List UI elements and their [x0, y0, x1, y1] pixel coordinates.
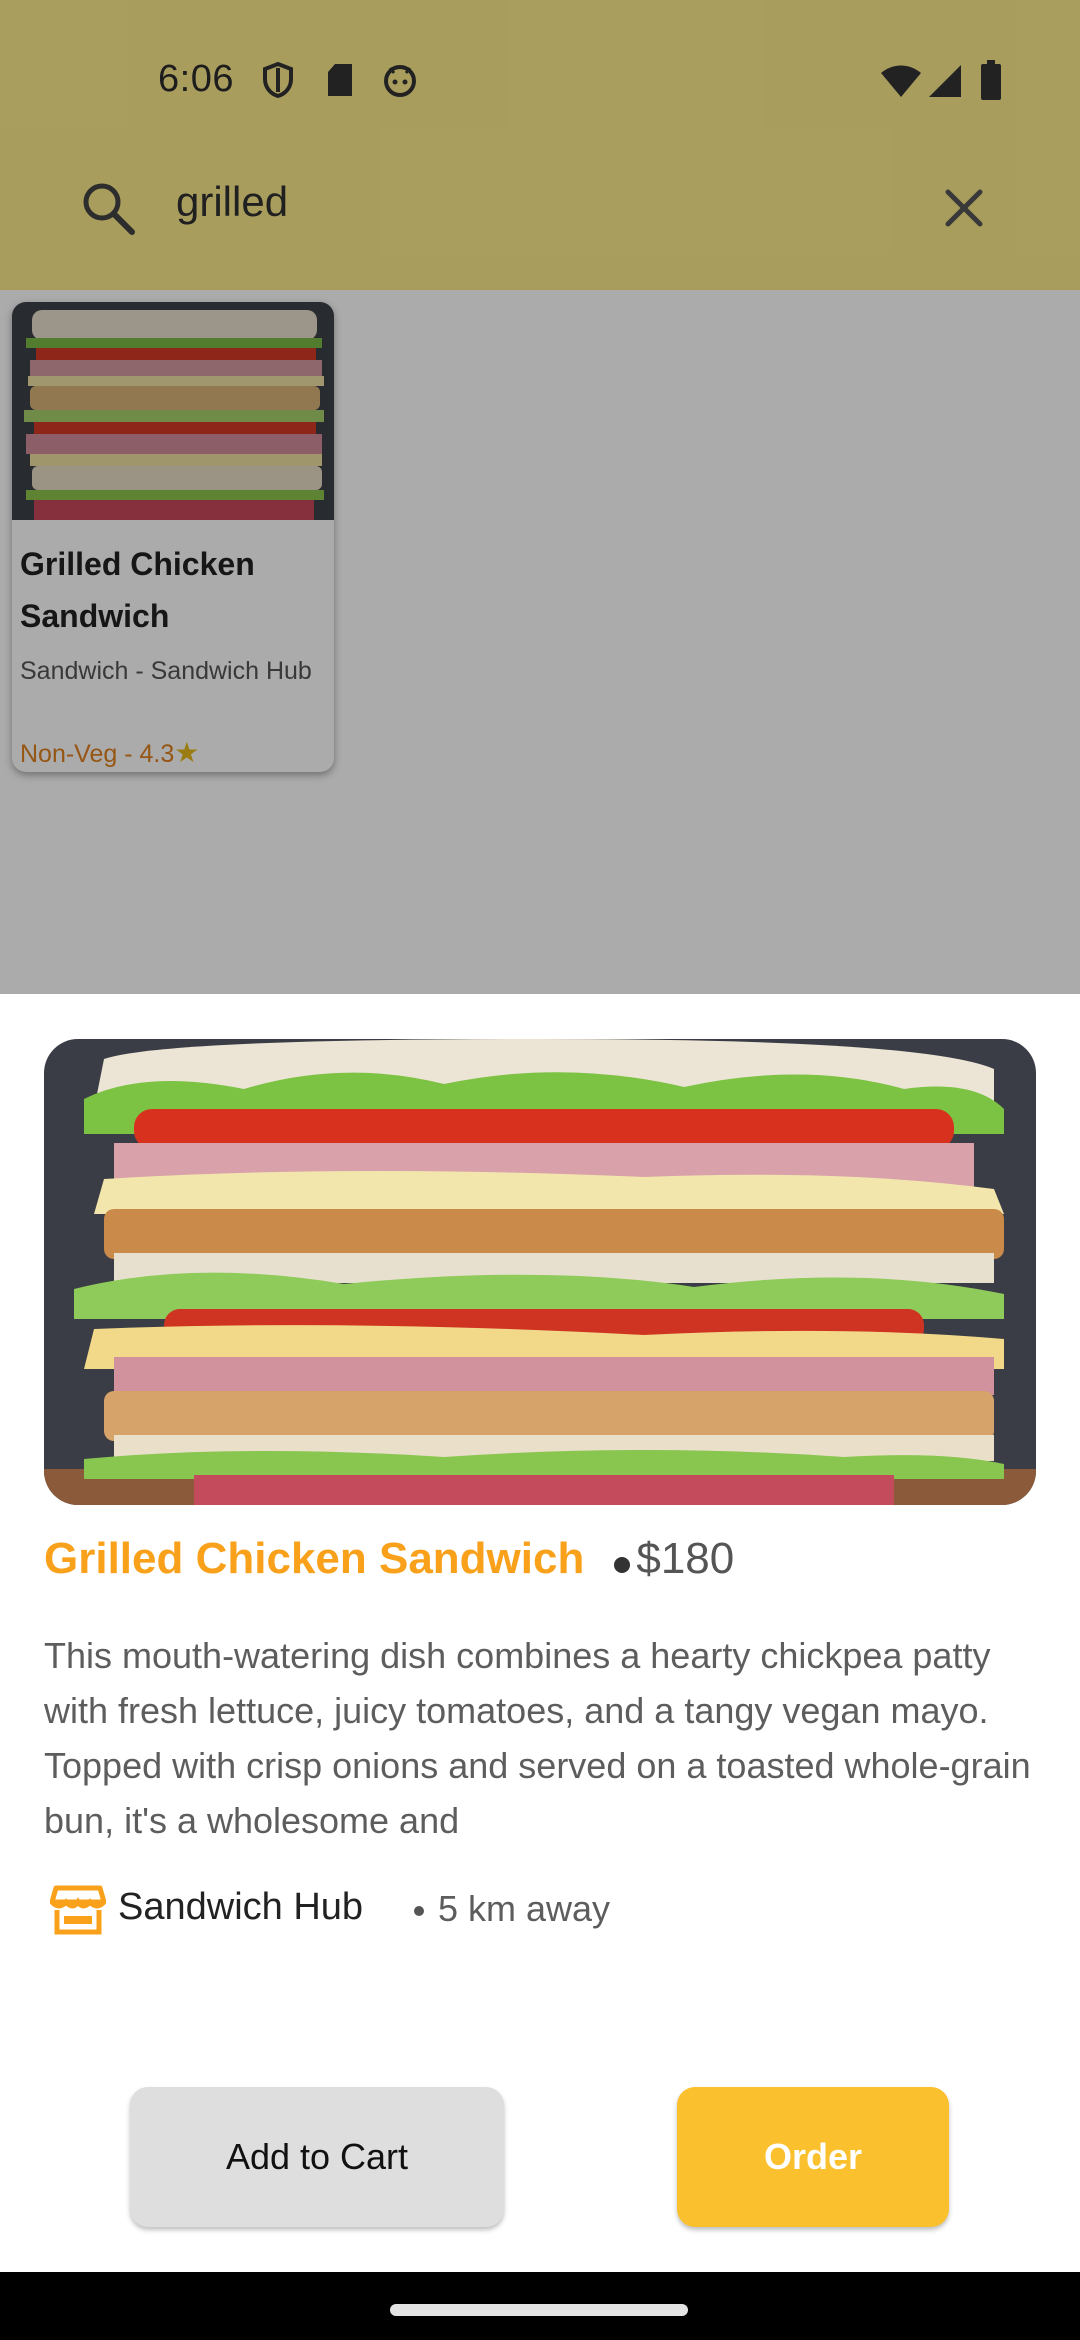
system-navigation-bar: [0, 2272, 1080, 2340]
dish-description: This mouth-watering dish combines a hear…: [44, 1635, 1031, 1841]
modal-scrim[interactable]: [0, 0, 1080, 994]
order-button[interactable]: Order: [677, 2087, 949, 2227]
dish-price: $180: [636, 1534, 735, 1583]
store-name: Sandwich Hub: [118, 1886, 364, 1928]
separator-dot: [414, 1906, 424, 1916]
dish-title-row: Grilled Chicken Sandwich $180: [44, 1534, 1036, 1594]
search-results-screen: 6:06 grilled Grilled Chicken Sandwich Sa…: [0, 0, 1080, 994]
storefront-icon: [49, 1884, 107, 1941]
item-detail-sheet: Grilled Chicken Sandwich $180 This mouth-…: [0, 994, 1080, 2272]
store-distance: 5 km away: [438, 1888, 611, 1929]
add-to-cart-button[interactable]: Add to Cart: [130, 2087, 504, 2227]
sandwich-hero-image: [44, 1039, 1036, 1505]
home-gesture-handle[interactable]: [390, 2304, 688, 2316]
dish-name: Grilled Chicken Sandwich: [44, 1534, 585, 1583]
separator-dot: [614, 1556, 631, 1573]
